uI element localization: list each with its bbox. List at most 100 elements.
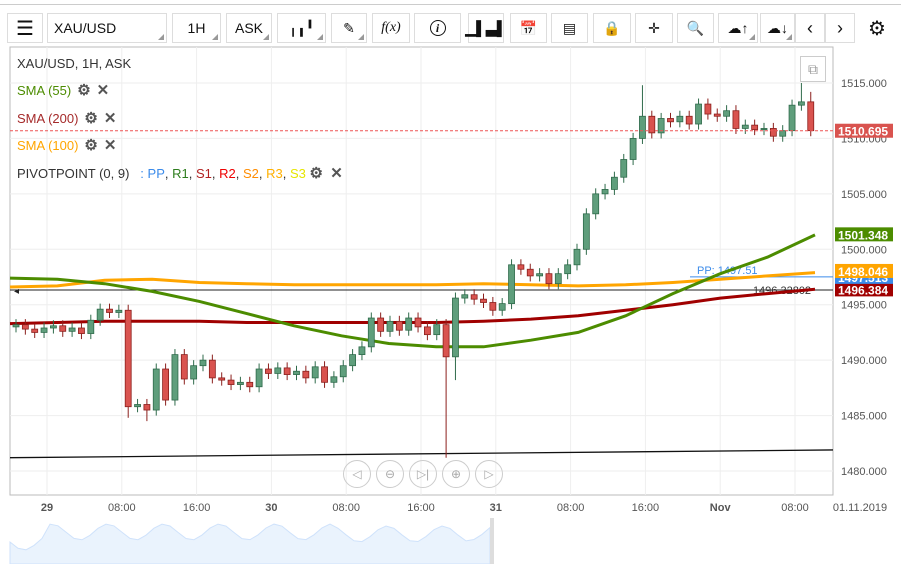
candle[interactable] [573, 248, 581, 266]
candle[interactable] [283, 367, 291, 375]
gear-icon[interactable]: ⚙ [84, 109, 97, 127]
scroll-end-button[interactable]: ▷| [409, 460, 437, 488]
candle[interactable] [704, 103, 712, 115]
candle[interactable] [433, 324, 441, 336]
candle[interactable] [741, 124, 749, 129]
candle[interactable] [78, 327, 85, 334]
candle[interactable] [21, 324, 29, 330]
gear-icon[interactable]: ⚙ [77, 81, 90, 99]
candle[interactable] [620, 159, 628, 178]
zoom-in-button[interactable]: ⊕ [442, 460, 470, 488]
candle[interactable] [106, 308, 113, 313]
candle[interactable] [592, 193, 600, 215]
candle[interactable] [629, 138, 637, 160]
candle[interactable] [395, 320, 403, 331]
candle[interactable] [59, 325, 67, 332]
candle[interactable] [582, 213, 590, 250]
close-icon[interactable]: ✕ [330, 164, 343, 182]
candle[interactable] [685, 115, 693, 125]
candle[interactable] [554, 273, 562, 285]
scroll-right-button[interactable]: ▷ [475, 460, 503, 488]
candle[interactable] [788, 104, 796, 132]
candle[interactable] [246, 381, 254, 388]
candle[interactable] [218, 377, 226, 381]
candle[interactable] [302, 370, 310, 379]
candle[interactable] [199, 359, 207, 367]
candle[interactable] [508, 264, 515, 305]
candle[interactable] [517, 264, 525, 270]
popout-button[interactable]: ⧉ [800, 56, 826, 82]
candle[interactable] [367, 317, 375, 348]
candle[interactable] [751, 124, 759, 130]
candle[interactable] [96, 308, 104, 321]
candle[interactable] [274, 367, 282, 374]
close-icon[interactable]: ✕ [104, 109, 117, 127]
candle[interactable] [480, 298, 487, 303]
candle[interactable] [611, 176, 618, 190]
candle[interactable] [489, 302, 497, 311]
zoom-out-button[interactable]: ⊖ [376, 460, 404, 488]
navigator-handle[interactable] [490, 518, 494, 564]
candle[interactable] [676, 115, 684, 123]
candle[interactable] [470, 294, 478, 300]
candle[interactable] [639, 115, 646, 139]
candle[interactable] [134, 404, 141, 408]
candle[interactable] [143, 404, 151, 411]
candle[interactable] [414, 317, 422, 328]
candle[interactable] [545, 273, 553, 285]
candle[interactable] [40, 327, 48, 333]
gear-icon[interactable]: ⚙ [310, 164, 323, 182]
candle[interactable] [779, 130, 787, 137]
candle[interactable] [87, 319, 95, 334]
candle[interactable] [386, 320, 394, 332]
candle[interactable] [162, 368, 170, 401]
candle[interactable] [68, 327, 76, 332]
candle[interactable] [423, 326, 431, 336]
candle[interactable] [358, 346, 366, 356]
candle[interactable] [190, 365, 198, 380]
candle[interactable] [601, 189, 609, 195]
candle[interactable] [807, 101, 815, 132]
candle[interactable] [798, 101, 805, 106]
r1-label: R1 [172, 165, 189, 181]
candle[interactable] [227, 379, 235, 385]
candle[interactable] [526, 268, 534, 277]
candle[interactable] [115, 309, 123, 313]
candle[interactable] [236, 381, 244, 385]
candle[interactable] [349, 354, 357, 367]
candle[interactable] [255, 368, 263, 388]
candle[interactable] [695, 103, 702, 125]
candle[interactable] [536, 273, 543, 277]
candle[interactable] [667, 118, 674, 123]
candle[interactable] [171, 354, 179, 401]
candle[interactable] [208, 359, 216, 379]
candle[interactable] [50, 325, 57, 329]
close-icon[interactable]: ✕ [97, 81, 110, 99]
candle[interactable] [339, 365, 347, 378]
candle[interactable] [723, 110, 730, 117]
candle[interactable] [124, 309, 132, 408]
candle[interactable] [321, 366, 328, 383]
candle[interactable] [564, 264, 572, 275]
candle[interactable] [442, 324, 450, 358]
candle[interactable] [405, 317, 413, 331]
candle[interactable] [769, 128, 777, 137]
candle[interactable] [452, 297, 459, 358]
candle[interactable] [180, 354, 188, 380]
candle[interactable] [152, 368, 160, 411]
candle[interactable] [713, 113, 721, 117]
candle[interactable] [498, 303, 506, 311]
candle[interactable] [732, 110, 740, 129]
candle[interactable] [760, 128, 768, 130]
candle[interactable] [12, 324, 20, 328]
candle[interactable] [293, 370, 300, 375]
scroll-left-button[interactable]: ◁ [343, 460, 371, 488]
close-icon[interactable]: ✕ [104, 136, 117, 154]
candle[interactable] [265, 368, 272, 374]
candle[interactable] [31, 328, 39, 333]
candle[interactable] [311, 366, 319, 379]
gear-icon[interactable]: ⚙ [84, 136, 97, 154]
candle[interactable] [330, 376, 338, 383]
candle[interactable] [461, 294, 469, 299]
candle[interactable] [377, 317, 385, 332]
